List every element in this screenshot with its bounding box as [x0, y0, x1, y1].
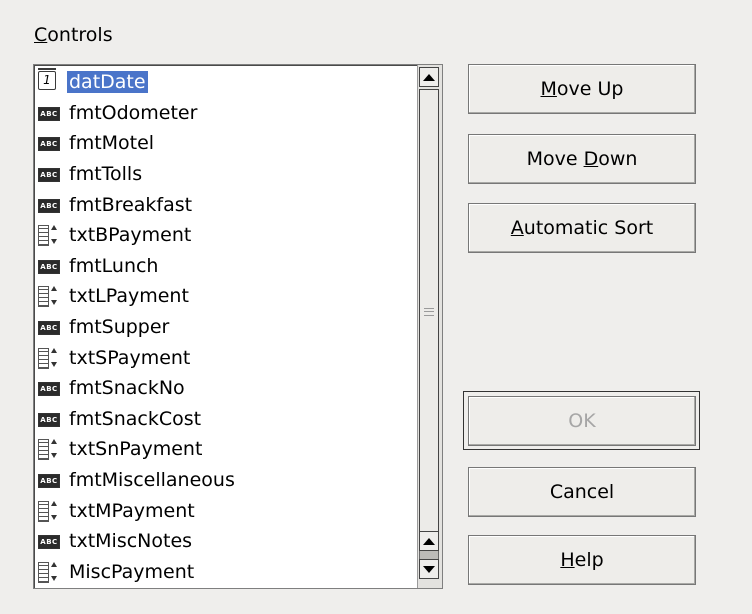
list-item-label: txtLPayment	[69, 285, 189, 308]
automatic-sort-button[interactable]: Automatic Sort	[468, 203, 696, 253]
controls-group-label: Controls	[34, 24, 113, 46]
scroll-up-button[interactable]	[419, 67, 439, 87]
list-item[interactable]: txtBPayment	[36, 220, 416, 251]
numeric-field-icon	[38, 561, 58, 583]
numeric-field-icon	[38, 225, 58, 247]
move-down-button[interactable]: Move Down	[468, 134, 696, 184]
list-item[interactable]: ABC fmtSnackNo	[36, 373, 416, 404]
move-up-label: ove Up	[556, 78, 624, 100]
abc-field-icon: ABC	[38, 195, 60, 215]
automatic-sort-label: utomatic Sort	[523, 217, 654, 239]
list-item-label: fmtMotel	[69, 132, 155, 155]
list-item-label: txtMPayment	[69, 499, 195, 522]
help-label: elp	[574, 549, 604, 571]
abc-field-icon: ABC	[38, 409, 60, 429]
numeric-field-icon	[38, 439, 58, 461]
list-item[interactable]: 1 datDate	[36, 67, 416, 98]
abc-field-icon: ABC	[38, 133, 60, 153]
grip-icon	[424, 308, 434, 316]
list-item[interactable]: ABC fmtSupper	[36, 312, 416, 343]
list-item-label: fmtSnackCost	[69, 407, 202, 430]
list-item-label: fmtLunch	[69, 254, 159, 277]
numeric-field-icon	[38, 347, 58, 369]
scroll-up-button-lower[interactable]	[419, 531, 439, 551]
help-mnemonic: H	[560, 549, 575, 571]
numeric-field-icon	[38, 286, 58, 308]
vertical-scrollbar[interactable]	[417, 65, 442, 588]
numeric-field-icon	[38, 500, 58, 522]
list-item-label: MiscPayment	[69, 560, 195, 583]
arrow-down-icon	[423, 565, 435, 573]
list-item[interactable]: ABC fmtSnackCost	[36, 404, 416, 435]
list-item-label: fmtTolls	[69, 163, 143, 186]
list-item[interactable]: MiscPayment	[36, 557, 416, 588]
list-item-label: fmtSupper	[69, 316, 170, 339]
list-item-label: datDate	[67, 71, 148, 94]
move-down-mnemonic: D	[583, 148, 599, 170]
abc-field-icon: ABC	[38, 531, 60, 551]
move-up-mnemonic: M	[540, 78, 557, 100]
list-item[interactable]: ABC fmtTolls	[36, 159, 416, 190]
automatic-sort-mnemonic: A	[510, 217, 524, 239]
controls-label-rest: ontrols	[47, 24, 113, 46]
list-item[interactable]: txtMPayment	[36, 495, 416, 526]
abc-field-icon: ABC	[38, 470, 60, 490]
list-item-label: txtSnPayment	[69, 438, 203, 461]
abc-field-icon: ABC	[38, 317, 60, 337]
scroll-down-button[interactable]	[419, 559, 439, 579]
list-item[interactable]: txtSnPayment	[36, 434, 416, 465]
arrow-up-icon	[423, 537, 435, 545]
list-item[interactable]: ABC txtMiscNotes	[36, 526, 416, 557]
move-down-label: own	[598, 148, 638, 170]
controls-listbox[interactable]: 1 datDate ABC fmtOdometer ABC fmtMotel ABC fmtT…	[33, 64, 443, 589]
list-item-label: fmtSnackNo	[69, 377, 185, 400]
list-item-label: fmtMiscellaneous	[69, 469, 235, 492]
controls-list: 1 datDate ABC fmtOdometer ABC fmtMotel ABC fmtT…	[36, 67, 416, 587]
list-item[interactable]: txtLPayment	[36, 281, 416, 312]
abc-field-icon: ABC	[38, 378, 60, 398]
abc-field-icon: ABC	[38, 164, 60, 184]
list-item[interactable]: ABC fmtLunch	[36, 251, 416, 282]
list-item-label: fmtOdometer	[69, 101, 198, 124]
list-item[interactable]: ABC fmtMiscellaneous	[36, 465, 416, 496]
list-item-label: txtSPayment	[69, 346, 191, 369]
cancel-button[interactable]: Cancel	[468, 467, 696, 517]
ok-button[interactable]: OK	[468, 396, 696, 446]
help-button[interactable]: Help	[468, 535, 696, 585]
move-down-prefix: Move	[526, 148, 584, 170]
abc-field-icon: ABC	[38, 103, 60, 123]
controls-mnemonic: C	[34, 24, 48, 46]
list-item-label: txtMiscNotes	[69, 530, 193, 553]
list-item-label: txtBPayment	[69, 224, 192, 247]
list-item[interactable]: ABC fmtBreakfast	[36, 189, 416, 220]
list-item[interactable]: ABC fmtOdometer	[36, 98, 416, 129]
list-item-label: fmtBreakfast	[69, 193, 193, 216]
abc-field-icon: ABC	[38, 256, 60, 276]
list-item[interactable]: txtSPayment	[36, 342, 416, 373]
list-item[interactable]: ABC fmtMotel	[36, 128, 416, 159]
calendar-icon: 1	[38, 68, 58, 92]
scroll-thumb[interactable]	[419, 89, 439, 535]
arrow-up-icon	[423, 73, 435, 81]
move-up-button[interactable]: Move Up	[468, 64, 696, 114]
